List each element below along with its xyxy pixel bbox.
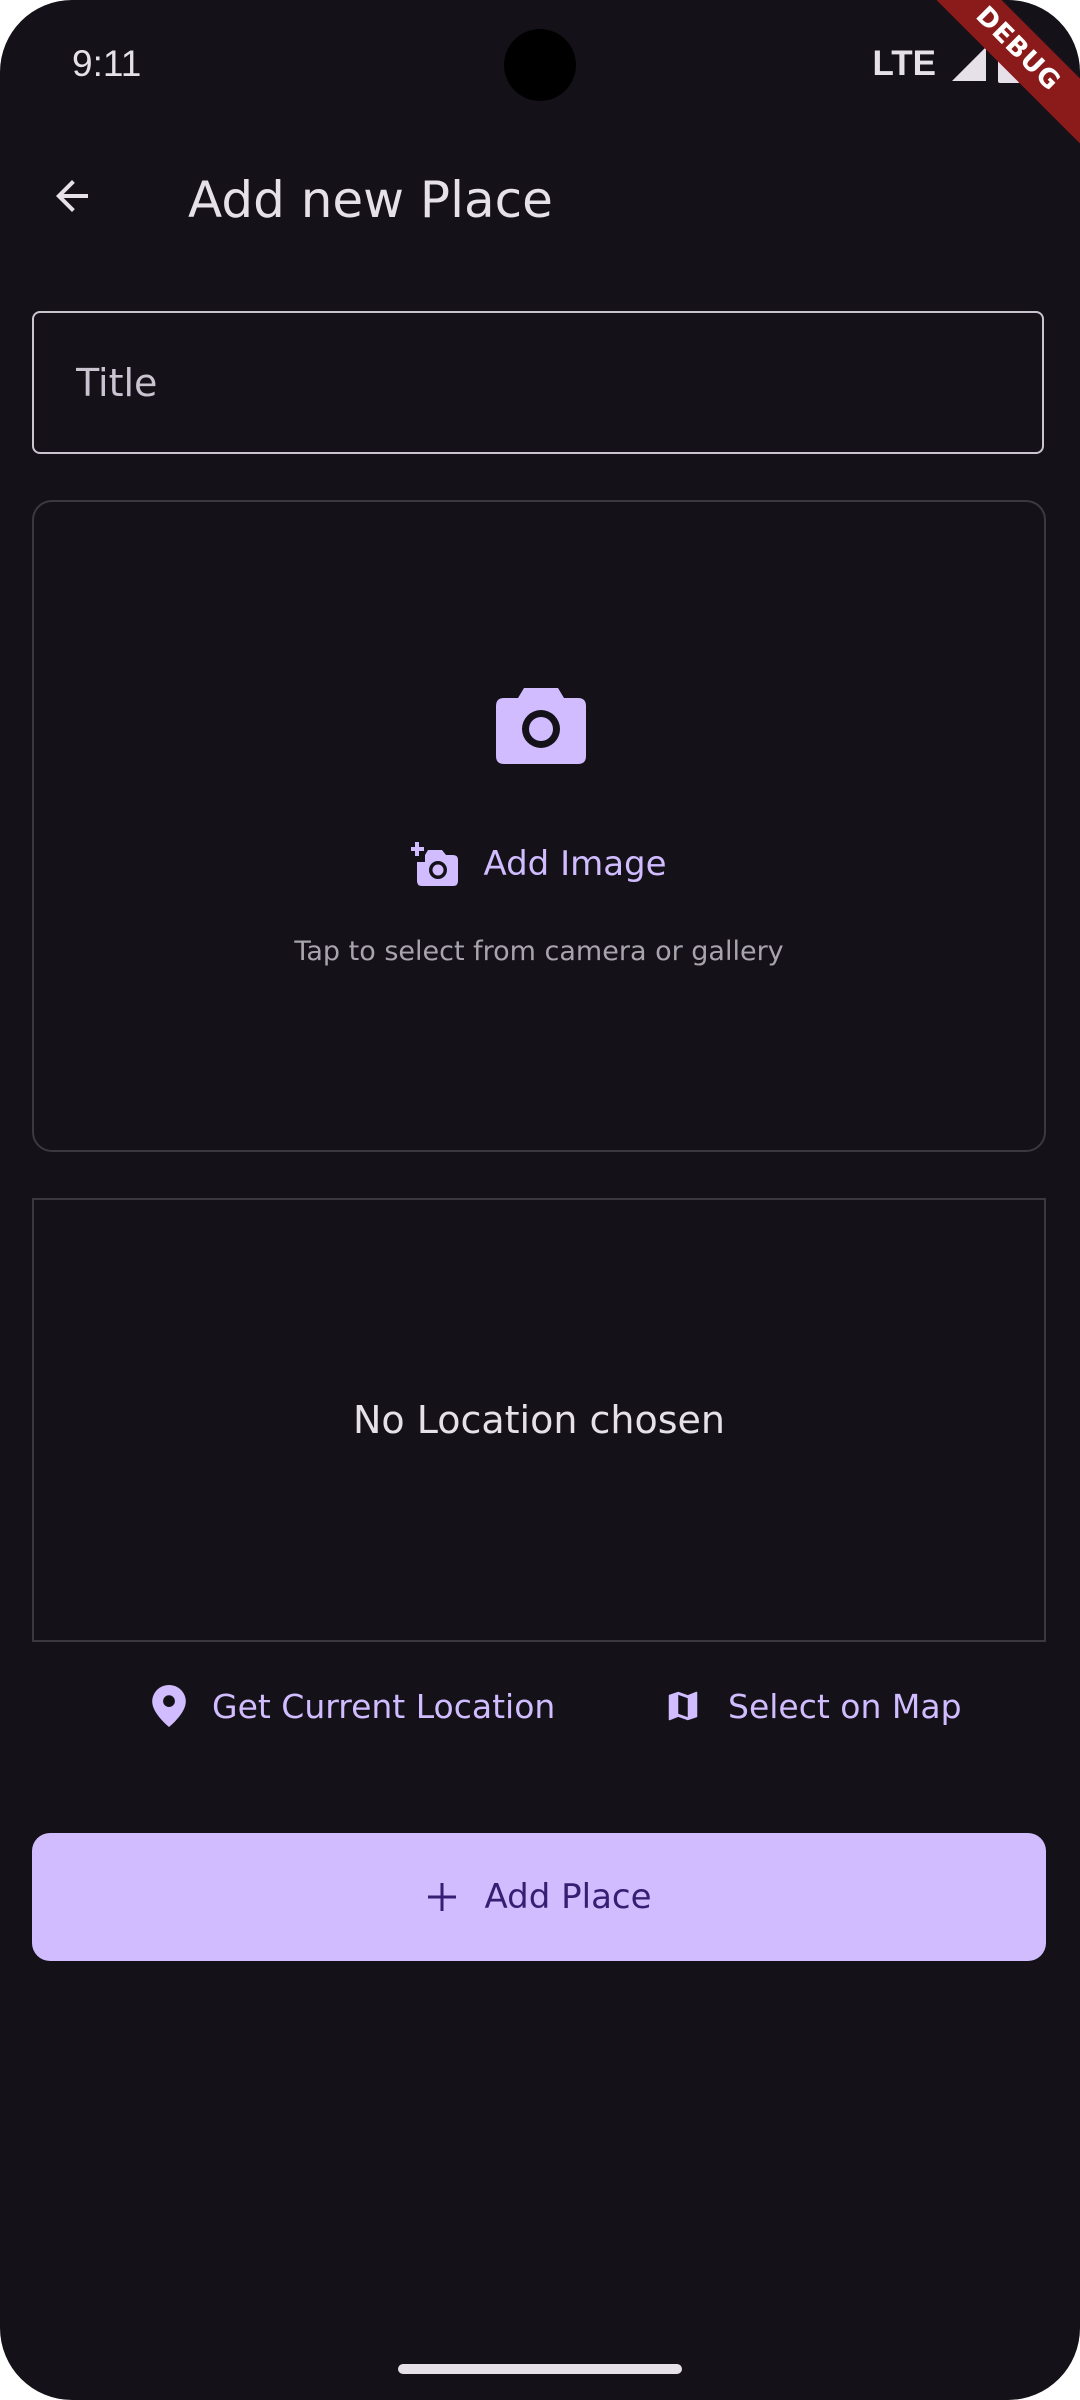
image-picker[interactable]: Add Image Tap to select from camera or g…	[32, 500, 1046, 1152]
network-type: LTE	[872, 44, 936, 83]
arrow-back-icon	[56, 180, 88, 212]
add-image-button[interactable]: Add Image	[34, 842, 1044, 886]
select-on-map-label: Select on Map	[728, 1686, 962, 1726]
page-title: Add new Place	[188, 171, 553, 229]
plus-icon	[428, 1883, 457, 1911]
title-field[interactable]	[32, 311, 1044, 454]
title-input[interactable]	[74, 359, 1042, 406]
image-picker-hint: Tap to select from camera or gallery	[294, 936, 784, 967]
camera-icon	[496, 688, 586, 764]
status-time: 9:11	[72, 43, 142, 84]
add-image-label: Add Image	[483, 844, 667, 884]
select-on-map-button[interactable]: Select on Map	[664, 1676, 962, 1736]
get-current-location-label: Get Current Location	[212, 1686, 556, 1726]
front-camera-cutout	[504, 29, 576, 101]
no-location-text: No Location chosen	[352, 1398, 726, 1442]
app-screen: 9:11 LTE DEBUG Add new Place Title Add I…	[0, 0, 1080, 2400]
signal-icon	[952, 47, 986, 81]
add-place-label: Add Place	[484, 1877, 652, 1917]
location-preview: No Location chosen	[32, 1198, 1046, 1642]
add-a-photo-icon	[411, 842, 459, 886]
get-current-location-button[interactable]: Get Current Location	[152, 1676, 555, 1736]
back-button[interactable]	[36, 160, 108, 232]
map-icon	[668, 1691, 698, 1721]
location-pin-icon	[152, 1685, 186, 1727]
home-indicator[interactable]	[398, 2364, 682, 2374]
add-place-button[interactable]: Add Place	[32, 1833, 1046, 1961]
